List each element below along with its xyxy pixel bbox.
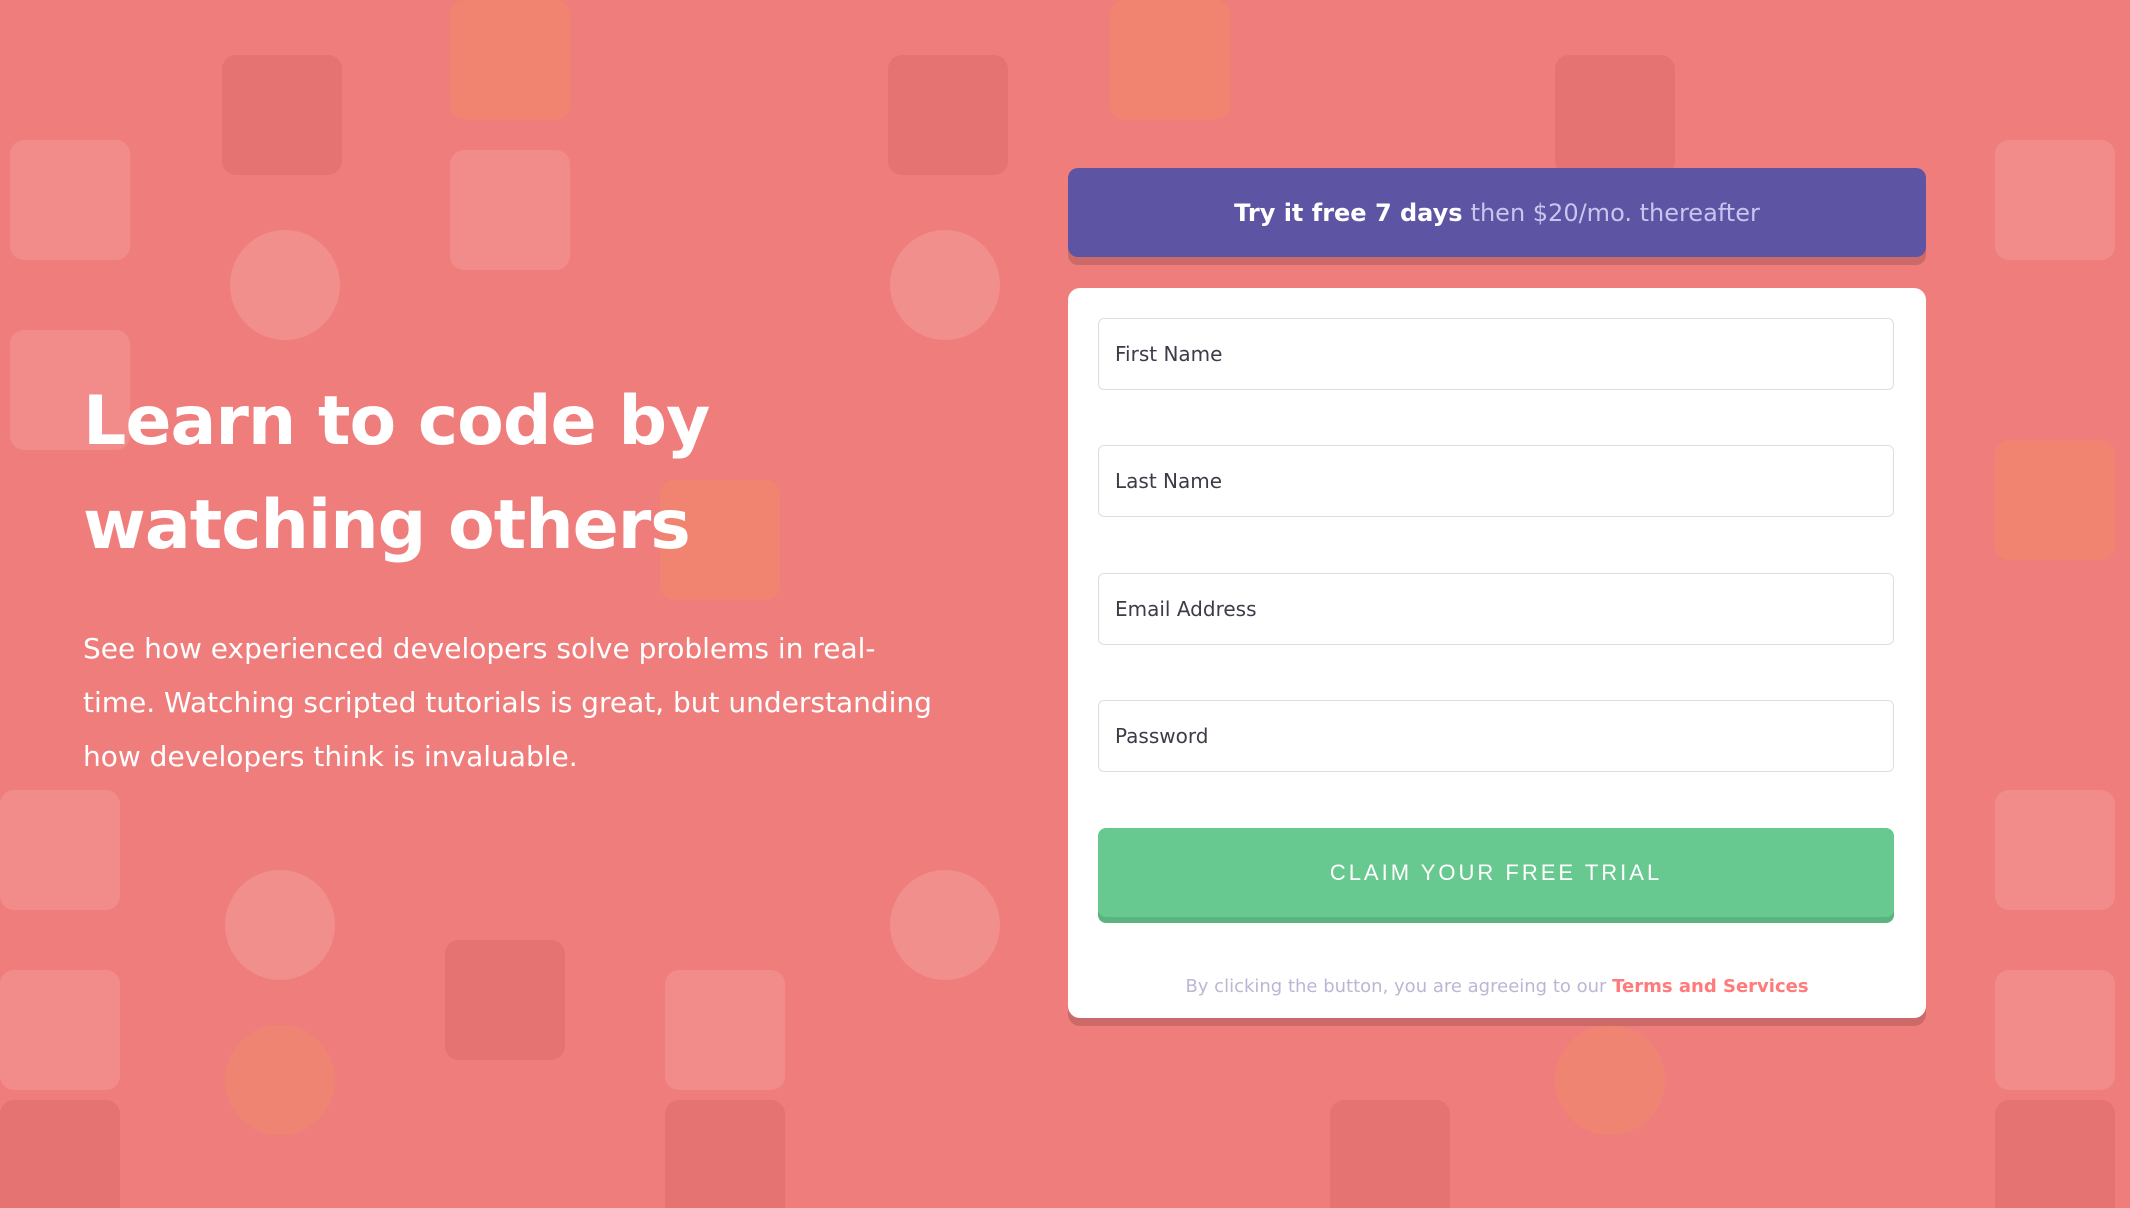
lifebuoy-icon xyxy=(225,870,335,980)
password-input[interactable] xyxy=(1098,700,1894,772)
browser-window-icon xyxy=(888,55,1008,175)
bar-chart-icon xyxy=(450,0,570,120)
browser-window-icon xyxy=(222,55,342,175)
network-icon xyxy=(890,230,1000,340)
hero-section: Learn to code by watching others See how… xyxy=(83,370,983,812)
lifebuoy-icon xyxy=(890,870,1000,980)
lightbulb-icon xyxy=(1555,1025,1665,1135)
browser-window-icon xyxy=(1995,1100,2115,1208)
offer-detail: then $20/mo. thereafter xyxy=(1470,198,1760,227)
calendar-icon xyxy=(665,970,785,1090)
browser-window-icon xyxy=(0,1100,120,1208)
network-icon xyxy=(230,230,340,340)
calendar-icon xyxy=(1995,970,2115,1090)
bar-chart-icon xyxy=(1995,440,2115,560)
terms-prefix: By clicking the button, you are agreeing… xyxy=(1185,976,1607,997)
terms-link[interactable]: Terms and Services xyxy=(1612,976,1808,997)
lightbulb-icon xyxy=(225,1025,335,1135)
hero-description: See how experienced developers solve pro… xyxy=(83,632,932,773)
hero-title-line2: watching others xyxy=(83,486,691,565)
headset-icon xyxy=(1995,140,2115,260)
calendar-icon xyxy=(0,970,120,1090)
email-input[interactable] xyxy=(1098,573,1894,645)
hero-title-line1: Learn to code by xyxy=(83,382,710,461)
offer-highlight: Try it free 7 days xyxy=(1234,198,1463,227)
browser-window-icon xyxy=(445,940,565,1060)
browser-window-icon xyxy=(1555,55,1675,175)
globe-gear-icon xyxy=(1995,790,2115,910)
headset-icon xyxy=(10,140,130,260)
bar-chart-icon xyxy=(1110,0,1230,120)
browser-window-icon xyxy=(665,1100,785,1208)
last-name-input[interactable] xyxy=(1098,445,1894,517)
claim-trial-button[interactable]: Claim your free trial xyxy=(1098,828,1894,917)
terms-notice: By clicking the button, you are agreeing… xyxy=(1068,976,1926,997)
signup-form: Claim your free trial By clicking the bu… xyxy=(1068,288,1926,1018)
toolbox-icon xyxy=(450,150,570,270)
hero-title: Learn to code by watching others xyxy=(83,370,983,578)
browser-window-icon xyxy=(1330,1100,1450,1208)
first-name-input[interactable] xyxy=(1098,318,1894,390)
trial-offer-banner: Try it free 7 days then $20/mo. thereaft… xyxy=(1068,168,1926,257)
